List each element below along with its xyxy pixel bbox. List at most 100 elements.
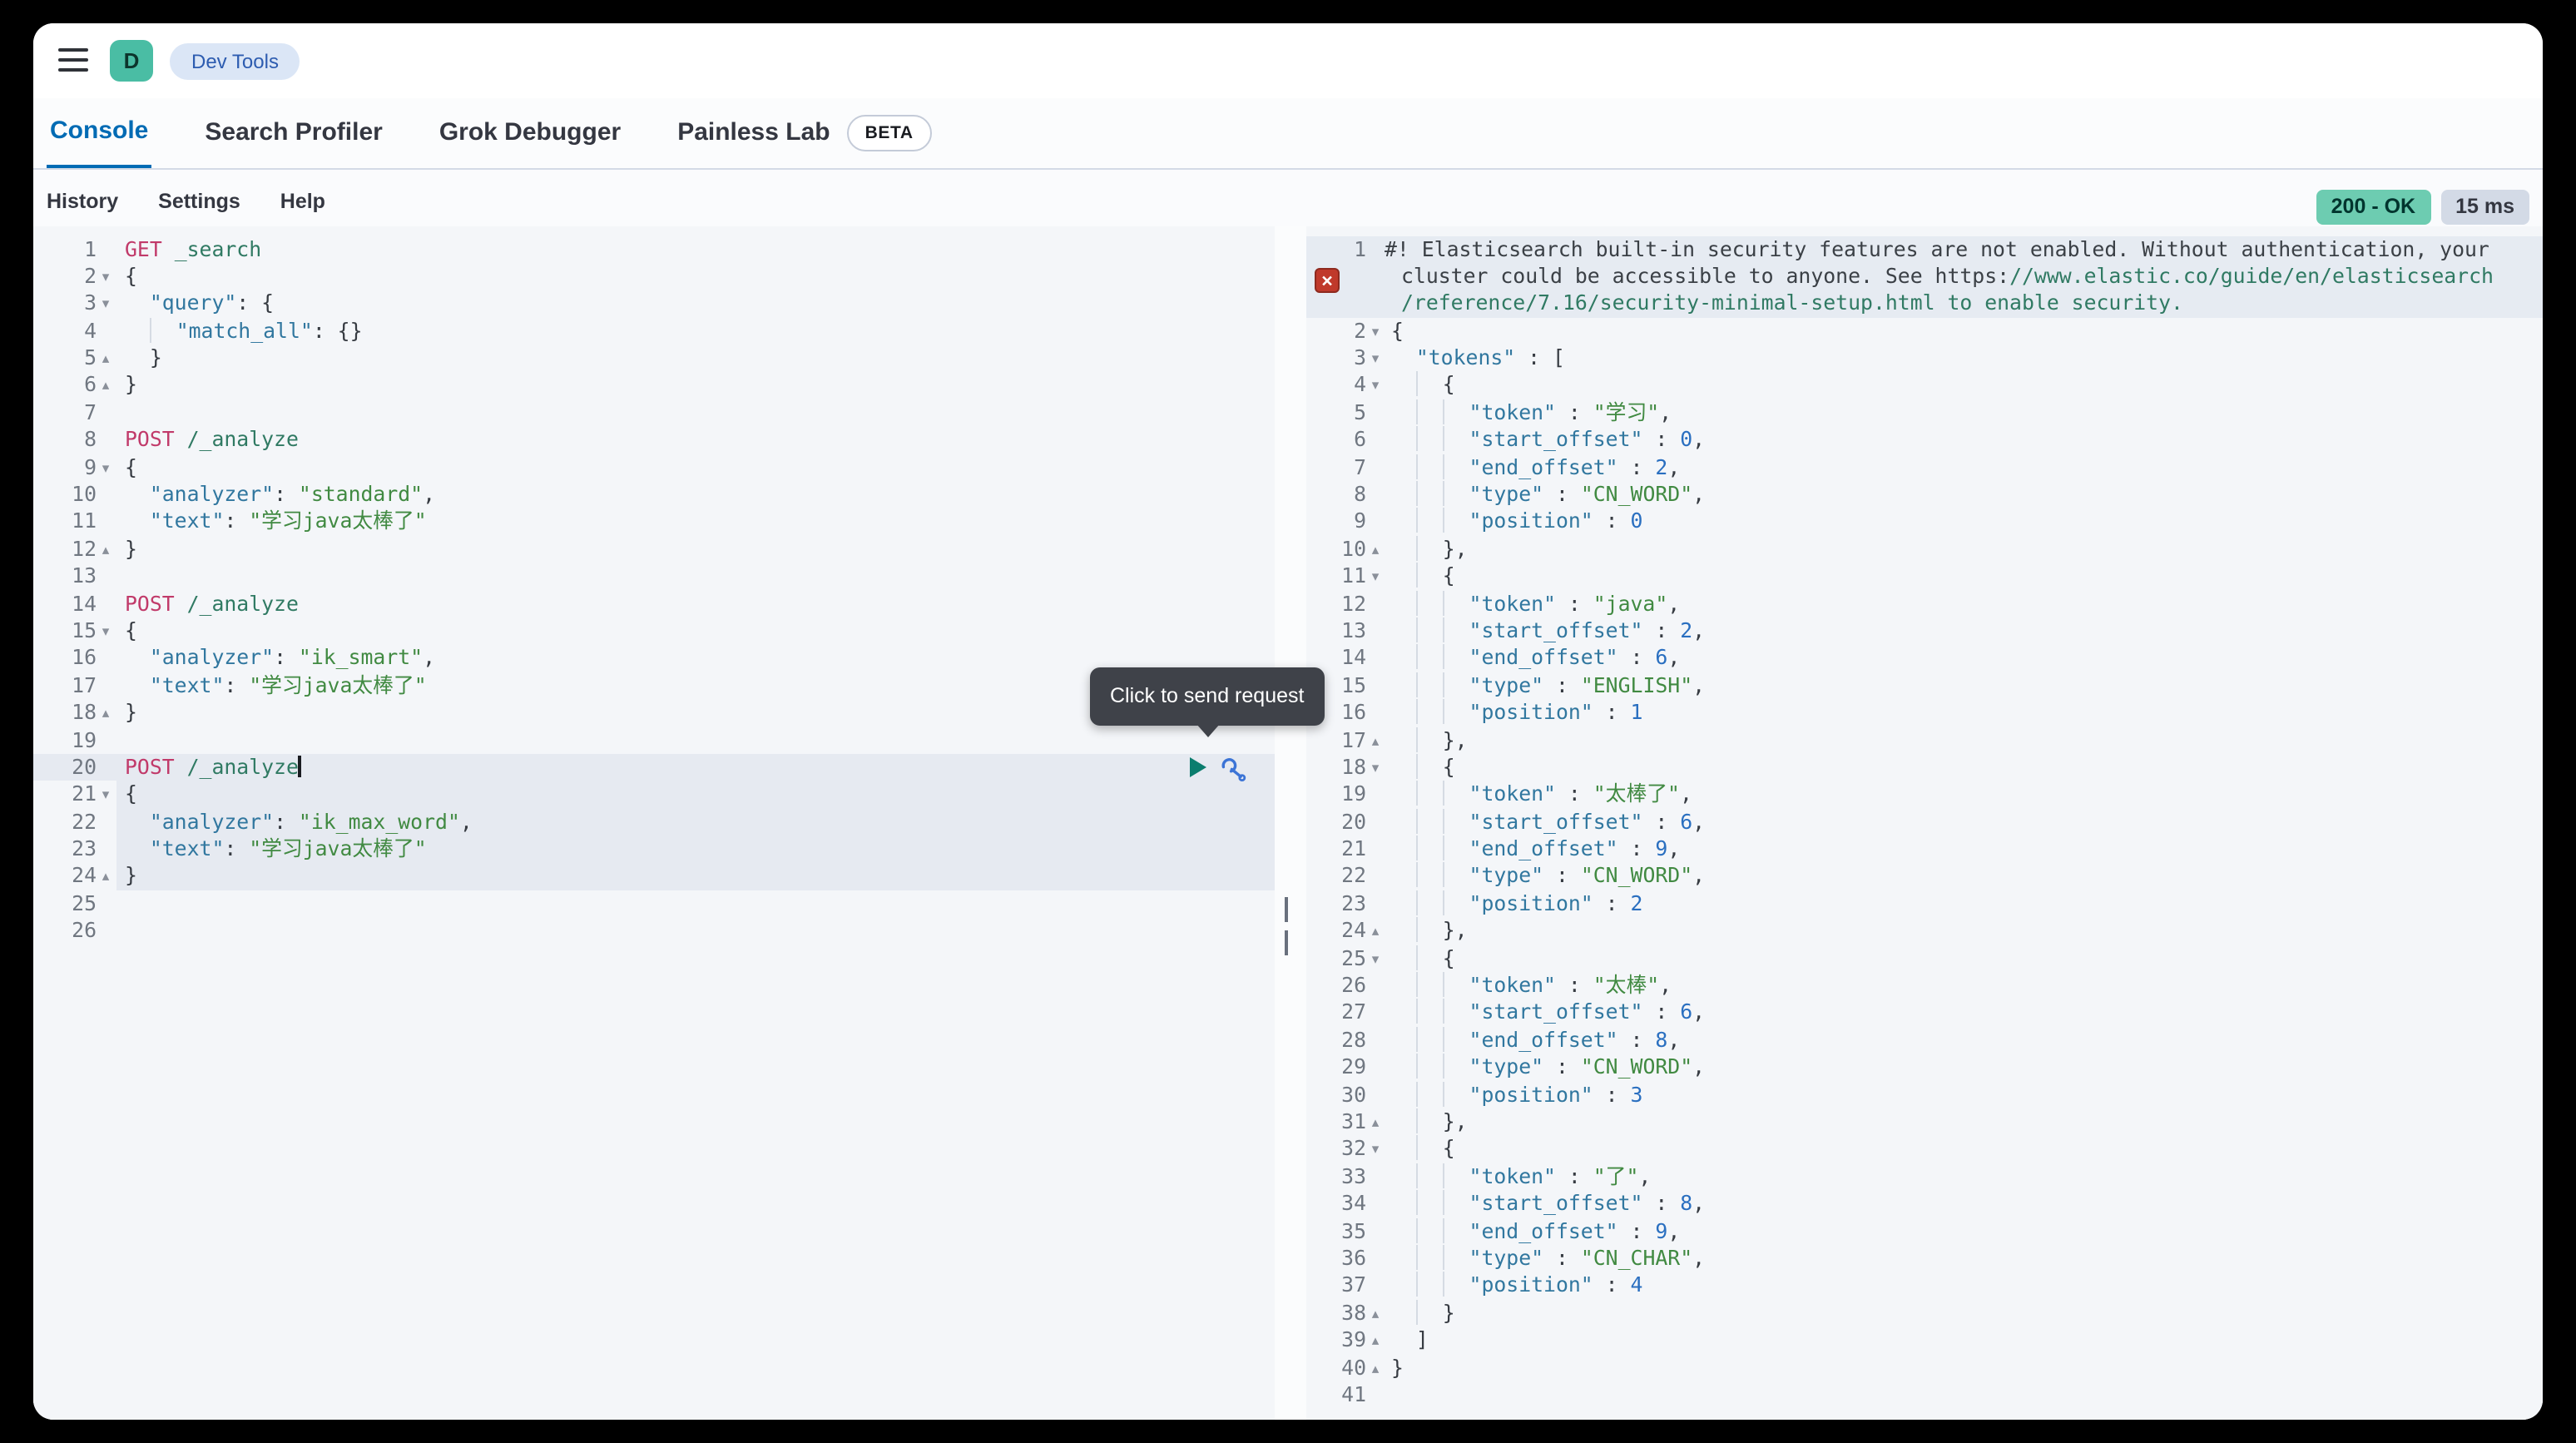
fold-toggle-icon[interactable]: ▴ [1366,1299,1385,1326]
editor-line[interactable]: 36 "type" : "CN_CHAR", [1306,1245,2543,1272]
fold-toggle-icon[interactable]: ▾ [97,781,115,809]
security-warning-line[interactable]: 1#! Elasticsearch built-in security feat… [1306,236,2543,317]
editor-line[interactable]: 2▾{ [33,263,1275,290]
editor-line[interactable]: 29 "type" : "CN_WORD", [1306,1054,2543,1081]
response-viewer[interactable]: 1#! Elasticsearch built-in security feat… [1306,226,2543,1420]
tab-grok-debugger[interactable]: Grok Debugger [436,98,624,168]
fold-toggle-icon[interactable]: ▴ [1366,726,1385,754]
fold-toggle-icon[interactable]: ▾ [1366,563,1385,590]
editor-line[interactable]: 27 "start_offset" : 6, [1306,999,2543,1027]
editor-line[interactable]: 16 "analyzer": "ik_smart", [33,645,1275,672]
fold-toggle-icon[interactable]: ▾ [1366,372,1385,399]
editor-line[interactable]: 23 "position" : 2 [1306,890,2543,918]
hamburger-menu-icon[interactable] [58,48,88,73]
editor-line[interactable]: 6 "start_offset" : 0, [1306,426,2543,454]
editor-line[interactable]: 41 [1306,1381,2543,1409]
fold-toggle-icon[interactable]: ▾ [97,290,115,318]
panel-splitter[interactable] [1275,226,1306,1420]
splitter-handle-icon[interactable] [1285,897,1298,922]
editor-line[interactable]: 33 "token" : "了", [1306,1163,2543,1191]
tab-painless-lab[interactable]: Painless Lab BETA [674,98,934,168]
editor-line[interactable]: 3▾ "tokens" : [ [1306,345,2543,372]
editor-line[interactable]: 9▾{ [33,454,1275,481]
editor-line[interactable]: 31▴ }, [1306,1108,2543,1136]
editor-line[interactable]: 32▾ { [1306,1136,2543,1163]
editor-line[interactable]: 20 "start_offset" : 6, [1306,808,2543,836]
editor-line[interactable]: 5▴ } [33,345,1275,372]
space-avatar[interactable]: D [110,40,153,82]
fold-toggle-icon[interactable]: ▴ [97,699,115,726]
editor-line[interactable]: 19 "token" : "太棒了", [1306,781,2543,809]
fold-toggle-icon[interactable]: ▴ [1366,1326,1385,1354]
wrench-icon[interactable] [1220,756,1248,783]
tab-console[interactable]: Console [47,98,151,168]
send-request-icon[interactable] [1188,756,1208,780]
editor-line[interactable]: 20POST /_analyze [33,754,1275,781]
editor-line[interactable]: 23 "text": "学习java太棒了" [33,836,1275,863]
editor-line[interactable]: 5 "token" : "学习", [1306,399,2543,427]
fold-toggle-icon[interactable]: ▴ [1366,1354,1385,1381]
editor-line[interactable]: 9 "position" : 0 [1306,508,2543,536]
editor-line[interactable]: 11▾ { [1306,563,2543,590]
editor-line[interactable]: 6▴} [33,372,1275,399]
editor-line[interactable]: 26 [33,918,1275,945]
editor-line[interactable]: 19 [33,726,1275,754]
editor-line[interactable]: 25 [33,890,1275,918]
editor-line[interactable]: 12▴} [33,536,1275,563]
fold-toggle-icon[interactable]: ▾ [97,454,115,481]
fold-toggle-icon[interactable]: ▾ [1366,1136,1385,1163]
editor-line[interactable]: 10▴ }, [1306,536,2543,563]
editor-line[interactable]: 37 "position" : 4 [1306,1272,2543,1300]
editor-line[interactable]: 28 "end_offset" : 8, [1306,1027,2543,1054]
menu-help[interactable]: Help [280,190,325,226]
editor-line[interactable]: 24▴} [33,863,1275,890]
fold-toggle-icon[interactable]: ▴ [1366,536,1385,563]
editor-line[interactable]: 17▴ }, [1306,726,2543,754]
editor-line[interactable]: 15▾{ [33,617,1275,645]
editor-line[interactable]: 40▴} [1306,1354,2543,1381]
editor-line[interactable]: 25▾ { [1306,945,2543,972]
editor-line[interactable]: 24▴ }, [1306,918,2543,945]
editor-line[interactable]: 7 [33,399,1275,427]
menu-history[interactable]: History [47,190,118,226]
tab-search-profiler[interactable]: Search Profiler [201,98,385,168]
editor-line[interactable]: 21▾{ [33,781,1275,809]
breadcrumb[interactable]: Dev Tools [170,43,300,80]
editor-line[interactable]: 11 "text": "学习java太棒了" [33,508,1275,536]
editor-line[interactable]: 12 "token" : "java", [1306,590,2543,617]
editor-line[interactable]: 15 "type" : "ENGLISH", [1306,672,2543,700]
editor-line[interactable]: 39▴ ] [1306,1326,2543,1354]
fold-toggle-icon[interactable]: ▾ [97,617,115,645]
editor-line[interactable]: 8POST /_analyze [33,426,1275,454]
editor-line[interactable]: 18▴} [33,699,1275,726]
editor-line[interactable]: 4 "match_all": {} [33,317,1275,345]
fold-toggle-icon[interactable]: ▾ [1366,345,1385,372]
editor-line[interactable]: 22 "type" : "CN_WORD", [1306,863,2543,890]
fold-toggle-icon[interactable]: ▴ [97,372,115,399]
editor-line[interactable]: 3▾ "query": { [33,290,1275,318]
editor-line[interactable]: 34 "start_offset" : 8, [1306,1190,2543,1217]
editor-line[interactable]: 14POST /_analyze [33,590,1275,617]
editor-line[interactable]: 35 "end_offset" : 9, [1306,1217,2543,1245]
fold-toggle-icon[interactable]: ▾ [1366,317,1385,345]
editor-line[interactable]: 18▾ { [1306,754,2543,781]
editor-line[interactable]: 22 "analyzer": "ik_max_word", [33,808,1275,836]
editor-line[interactable]: 26 "token" : "太棒", [1306,972,2543,999]
editor-line[interactable]: 13 "start_offset" : 2, [1306,617,2543,645]
editor-line[interactable]: 38▴ } [1306,1299,2543,1326]
editor-line[interactable]: 2▾{ [1306,317,2543,345]
editor-line[interactable]: 10 "analyzer": "standard", [33,481,1275,508]
fold-toggle-icon[interactable]: ▾ [97,263,115,290]
fold-toggle-icon[interactable]: ▴ [97,863,115,890]
editor-line[interactable]: 1GET _search [33,236,1275,263]
editor-line[interactable]: 4▾ { [1306,372,2543,399]
editor-line[interactable]: 14 "end_offset" : 6, [1306,645,2543,672]
editor-line[interactable]: 21 "end_offset" : 9, [1306,836,2543,863]
fold-toggle-icon[interactable]: ▴ [97,536,115,563]
fold-toggle-icon[interactable]: ▾ [1366,754,1385,781]
editor-line[interactable]: 16 "position" : 1 [1306,699,2543,726]
editor-line[interactable]: 30 "position" : 3 [1306,1081,2543,1108]
fold-toggle-icon[interactable]: ▴ [97,345,115,372]
editor-line[interactable]: 13 [33,563,1275,590]
fold-toggle-icon[interactable]: ▴ [1366,918,1385,945]
